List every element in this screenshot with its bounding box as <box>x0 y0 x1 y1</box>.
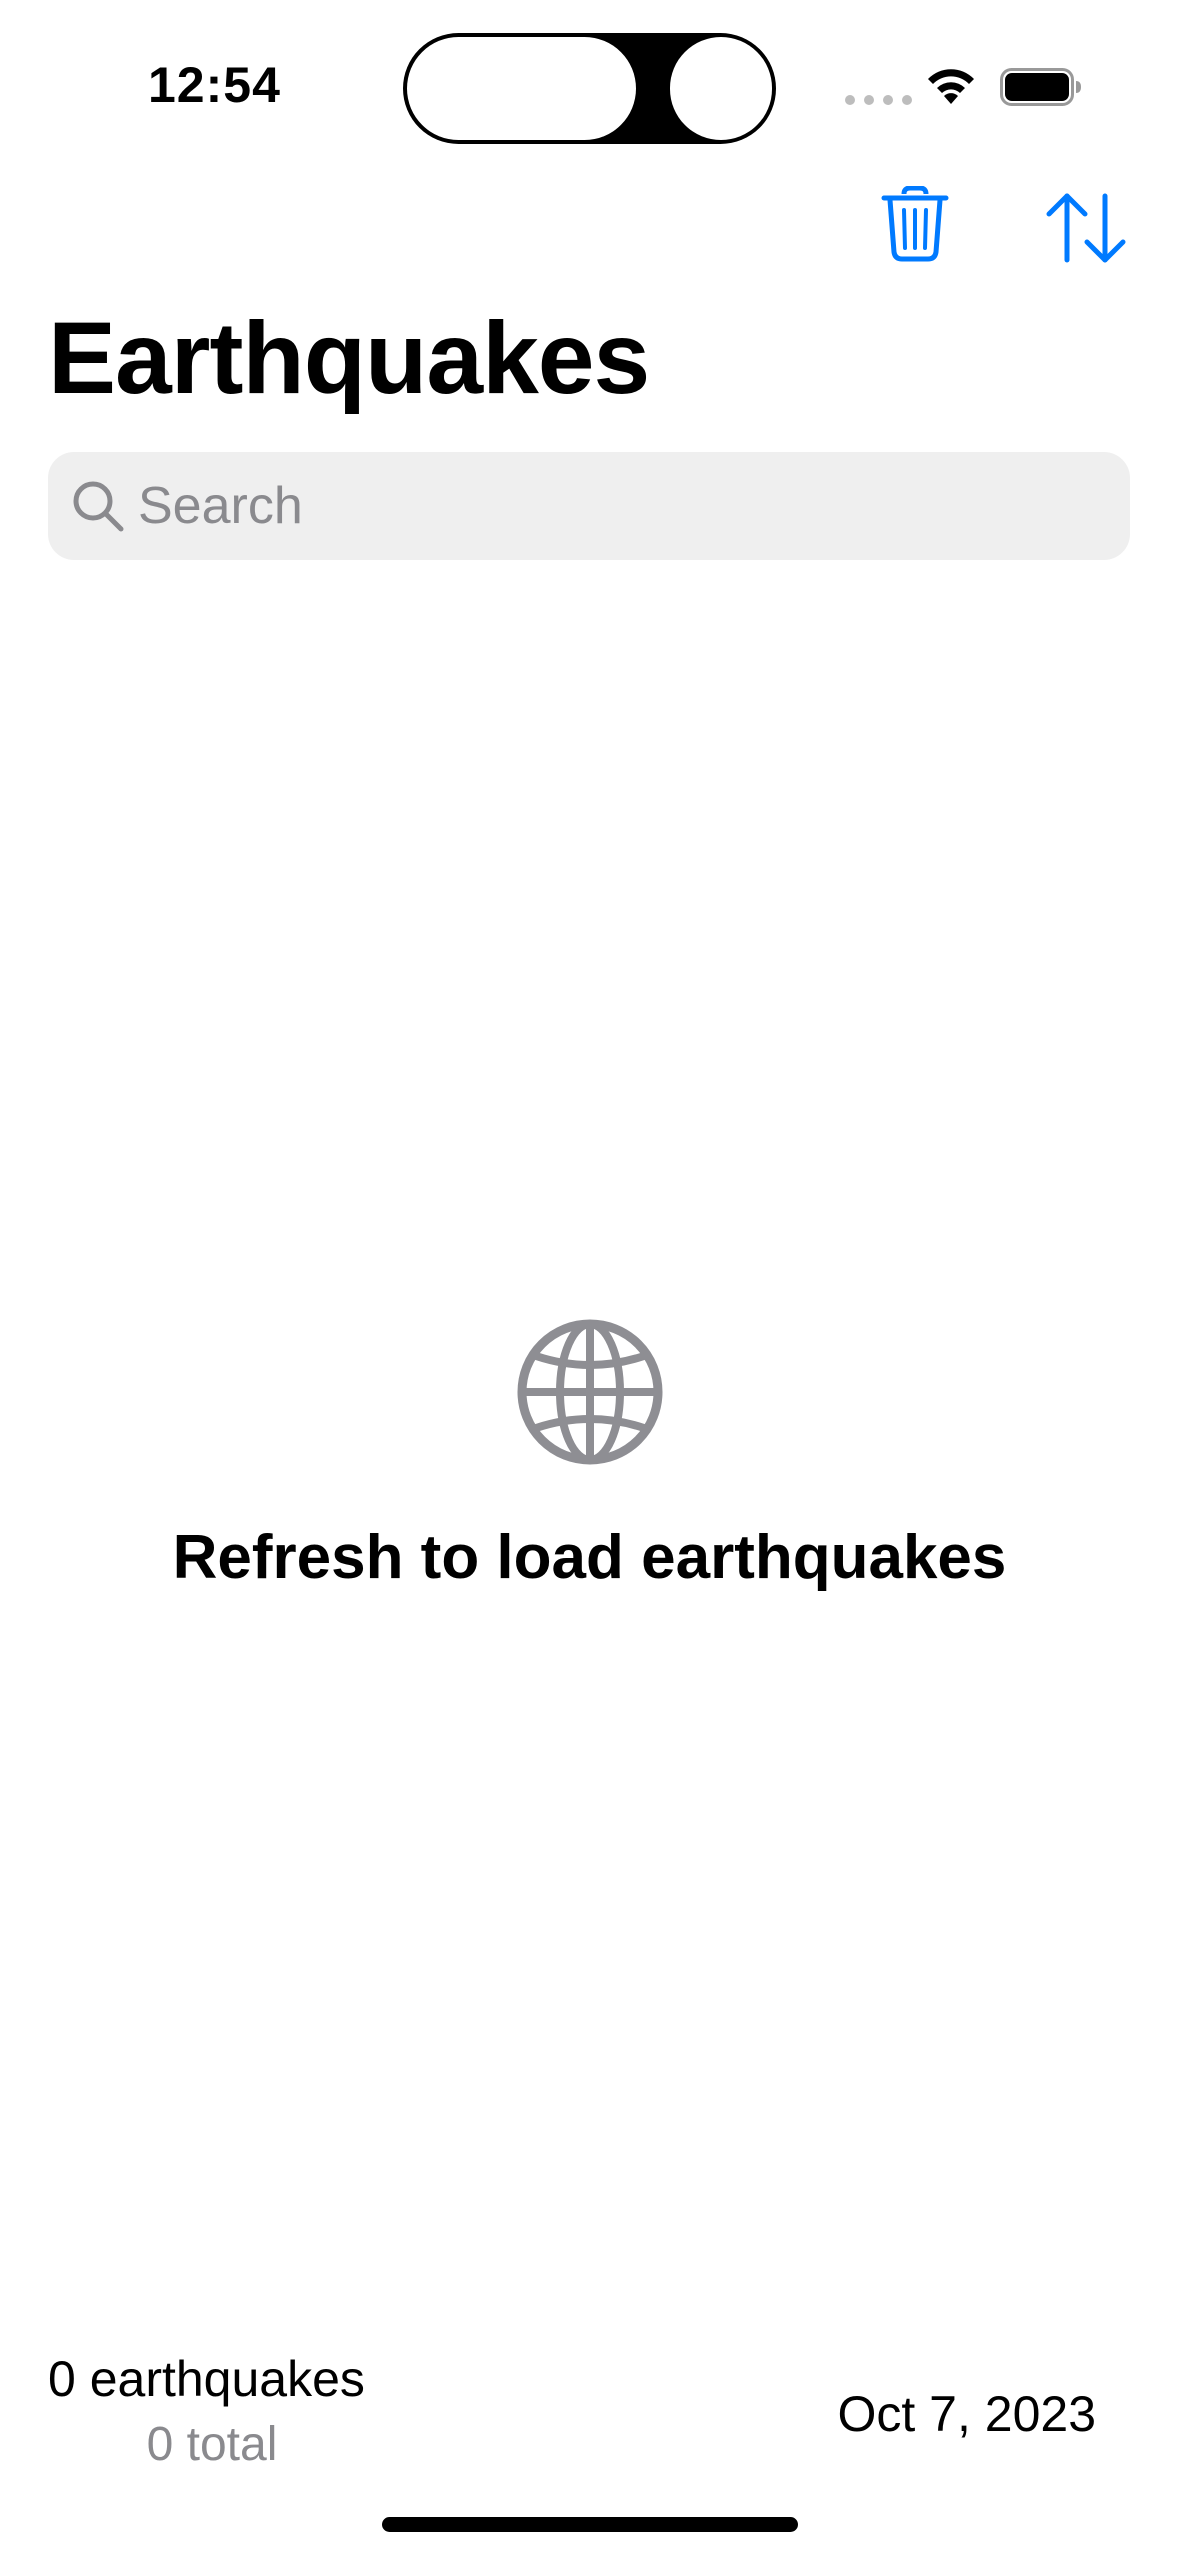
dynamic-island-left-segment <box>407 37 636 140</box>
updated-date: Oct 7, 2023 <box>837 2386 1097 2442</box>
globe-icon <box>517 1319 663 1465</box>
trash-icon <box>881 185 949 262</box>
search-icon <box>73 481 124 532</box>
status-time: 12:54 <box>148 57 281 113</box>
battery-icon <box>1000 68 1081 106</box>
signal-icon <box>845 95 912 105</box>
wifi-icon <box>928 69 974 104</box>
search-input[interactable] <box>138 452 1098 560</box>
home-indicator[interactable] <box>382 2517 798 2532</box>
dynamic-island-right-segment <box>670 37 772 140</box>
total-count: 0 total <box>146 2418 278 2471</box>
sort-arrows-icon <box>1046 193 1126 263</box>
search-bar[interactable] <box>48 452 1130 560</box>
page-title: Earthquakes <box>48 301 650 415</box>
empty-state-message: Refresh to load earthquakes <box>172 1523 1007 1592</box>
earthquake-count: 0 earthquakes <box>48 2351 365 2407</box>
sort-button[interactable] <box>1045 192 1127 264</box>
delete-button[interactable] <box>880 185 950 262</box>
